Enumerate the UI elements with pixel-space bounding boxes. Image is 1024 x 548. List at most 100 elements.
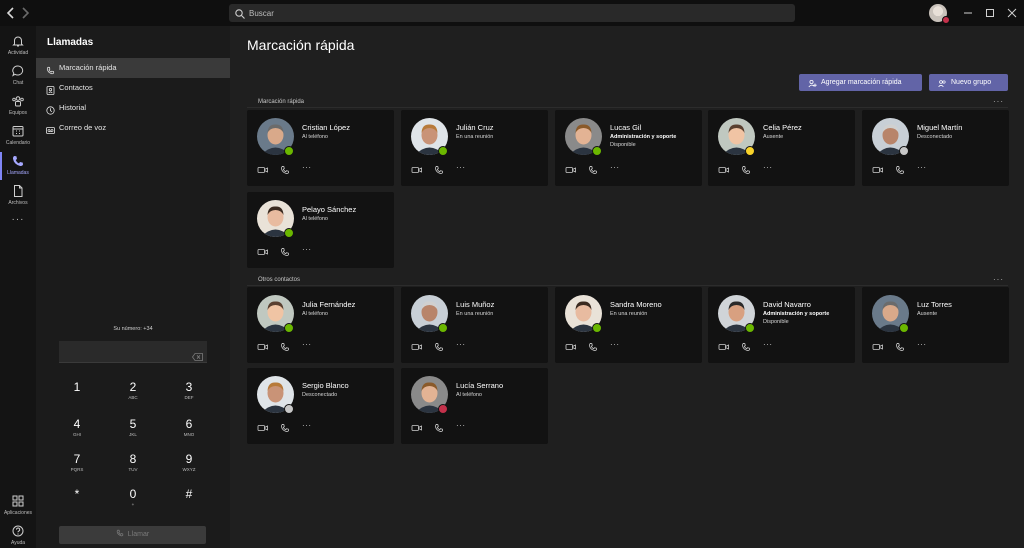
menu-item-history[interactable]: Historial	[36, 98, 230, 118]
minimize-icon[interactable]	[961, 5, 975, 21]
more-options-icon[interactable]: ···	[763, 164, 775, 174]
contact-card[interactable]: Sandra Moreno En una reunión ···	[555, 287, 702, 363]
contact-card[interactable]: Luis Muñoz En una reunión ···	[401, 287, 548, 363]
more-options-icon[interactable]: ···	[456, 164, 468, 174]
video-call-icon[interactable]	[411, 342, 423, 352]
menu-item-label: Marcación rápida	[59, 63, 117, 72]
contact-status: Al teléfono	[302, 134, 328, 140]
dial-key[interactable]: 9 WXYZ	[169, 452, 209, 482]
audio-call-icon[interactable]	[279, 165, 291, 175]
video-call-icon[interactable]	[718, 165, 730, 175]
contact-status: En una reunión	[456, 311, 494, 317]
dial-key[interactable]: 8 TUV	[113, 452, 153, 482]
dial-key[interactable]: 2 ABC	[113, 380, 153, 410]
contact-card[interactable]: Cristian López Al teléfono ···	[247, 110, 394, 186]
menu-item-speed-dial[interactable]: Marcación rápida	[36, 58, 230, 78]
rail-item-chat[interactable]: Chat	[0, 62, 36, 92]
maximize-icon[interactable]	[983, 5, 997, 21]
rail-item-files[interactable]: Archivos	[0, 182, 36, 212]
rail-item-calls[interactable]: Llamadas	[0, 152, 36, 182]
video-call-icon[interactable]	[257, 247, 269, 257]
rail-item-calendar[interactable]: Calendario	[0, 122, 36, 152]
close-icon[interactable]	[1005, 5, 1019, 21]
more-options-icon[interactable]: ···	[456, 341, 468, 351]
contact-status: Administración y soporte	[763, 311, 830, 317]
search-input[interactable]	[249, 4, 769, 22]
more-options-icon[interactable]: ···	[302, 341, 314, 351]
dial-key[interactable]: *	[57, 487, 97, 517]
dial-key[interactable]: #	[169, 487, 209, 517]
dial-key[interactable]: 7 PQRS	[57, 452, 97, 482]
dial-key[interactable]: 5 JKL	[113, 417, 153, 447]
video-call-icon[interactable]	[718, 342, 730, 352]
dial-key[interactable]: 1	[57, 380, 97, 410]
back-icon[interactable]	[4, 5, 18, 21]
contact-card[interactable]: Julián Cruz En una reunión ···	[401, 110, 548, 186]
search-box[interactable]	[229, 4, 795, 22]
contact-card[interactable]: Lucas Gil Administración y soporte Disponi…	[555, 110, 702, 186]
video-call-icon[interactable]	[411, 165, 423, 175]
audio-call-icon[interactable]	[279, 423, 291, 433]
dial-number-input[interactable]	[59, 341, 207, 363]
section-more-icon[interactable]: ···	[993, 275, 1004, 284]
rail-item-help[interactable]: Ayuda	[0, 522, 36, 548]
more-options-icon[interactable]: ···	[610, 164, 622, 174]
rail-item-teams[interactable]: Equipos	[0, 92, 36, 122]
more-options-icon[interactable]: ···	[302, 246, 314, 256]
contact-card[interactable]: Sergio Blanco Desconectado ···	[247, 368, 394, 444]
call-button[interactable]: Llamar	[59, 526, 206, 544]
video-call-icon[interactable]	[257, 342, 269, 352]
more-apps-icon[interactable]: ···	[0, 214, 36, 225]
section-more-icon[interactable]: ···	[993, 97, 1004, 106]
video-call-icon[interactable]	[565, 165, 577, 175]
dial-key-letters: GHI	[72, 432, 81, 437]
video-call-icon[interactable]	[565, 342, 577, 352]
video-call-icon[interactable]	[257, 423, 269, 433]
contact-card[interactable]: Luz Torres Ausente ···	[862, 287, 1009, 363]
forward-icon[interactable]	[18, 5, 32, 21]
dial-key[interactable]: 3 DEF	[169, 380, 209, 410]
add-speed-dial-button[interactable]: Agregar marcación rápida	[799, 74, 922, 91]
dial-key[interactable]: 0 +	[113, 487, 153, 517]
more-options-icon[interactable]: ···	[917, 164, 929, 174]
contact-card[interactable]: Julia Fernández Al teléfono ···	[247, 287, 394, 363]
rail-item-apps[interactable]: Aplicaciones	[0, 492, 36, 522]
video-call-icon[interactable]	[872, 165, 884, 175]
more-options-icon[interactable]: ···	[610, 341, 622, 351]
more-options-icon[interactable]: ···	[763, 341, 775, 351]
menu-item-voicemail[interactable]: Correo de voz	[36, 118, 230, 138]
contact-card[interactable]: David Navarro Administración y soporte Dis…	[708, 287, 855, 363]
audio-call-icon[interactable]	[587, 165, 599, 175]
audio-call-icon[interactable]	[587, 342, 599, 352]
more-options-icon[interactable]: ···	[302, 422, 314, 432]
audio-call-icon[interactable]	[433, 423, 445, 433]
new-group-button[interactable]: Nuevo grupo	[929, 74, 1008, 91]
contact-card[interactable]: Miguel Martín Desconectado ···	[862, 110, 1009, 186]
audio-call-icon[interactable]	[894, 342, 906, 352]
more-options-icon[interactable]: ···	[302, 164, 314, 174]
video-call-icon[interactable]	[872, 342, 884, 352]
audio-call-icon[interactable]	[740, 342, 752, 352]
audio-call-icon[interactable]	[279, 342, 291, 352]
backspace-icon[interactable]	[192, 348, 203, 361]
contact-card[interactable]: Pelayo Sánchez Al teléfono ···	[247, 192, 394, 268]
contact-card[interactable]: Lucía Serrano Al teléfono ···	[401, 368, 548, 444]
audio-call-icon[interactable]	[279, 247, 291, 257]
dial-key[interactable]: 6 MNO	[169, 417, 209, 447]
contact-card[interactable]: Celia Pérez Ausente ···	[708, 110, 855, 186]
audio-call-icon[interactable]	[433, 165, 445, 175]
contact-status: Al teléfono	[302, 216, 328, 222]
menu-item-contacts[interactable]: Contactos	[36, 78, 230, 98]
dial-key-digit: 5	[129, 417, 137, 431]
presence-badge	[284, 404, 294, 414]
video-call-icon[interactable]	[257, 165, 269, 175]
rail-item-activity[interactable]: Actividad	[0, 32, 36, 62]
audio-call-icon[interactable]	[740, 165, 752, 175]
video-call-icon[interactable]	[411, 423, 423, 433]
dial-key[interactable]: 4 GHI	[57, 417, 97, 447]
audio-call-icon[interactable]	[433, 342, 445, 352]
more-options-icon[interactable]: ···	[456, 422, 468, 432]
audio-call-icon[interactable]	[894, 165, 906, 175]
more-options-icon[interactable]: ···	[917, 341, 929, 351]
user-avatar[interactable]	[929, 4, 950, 24]
